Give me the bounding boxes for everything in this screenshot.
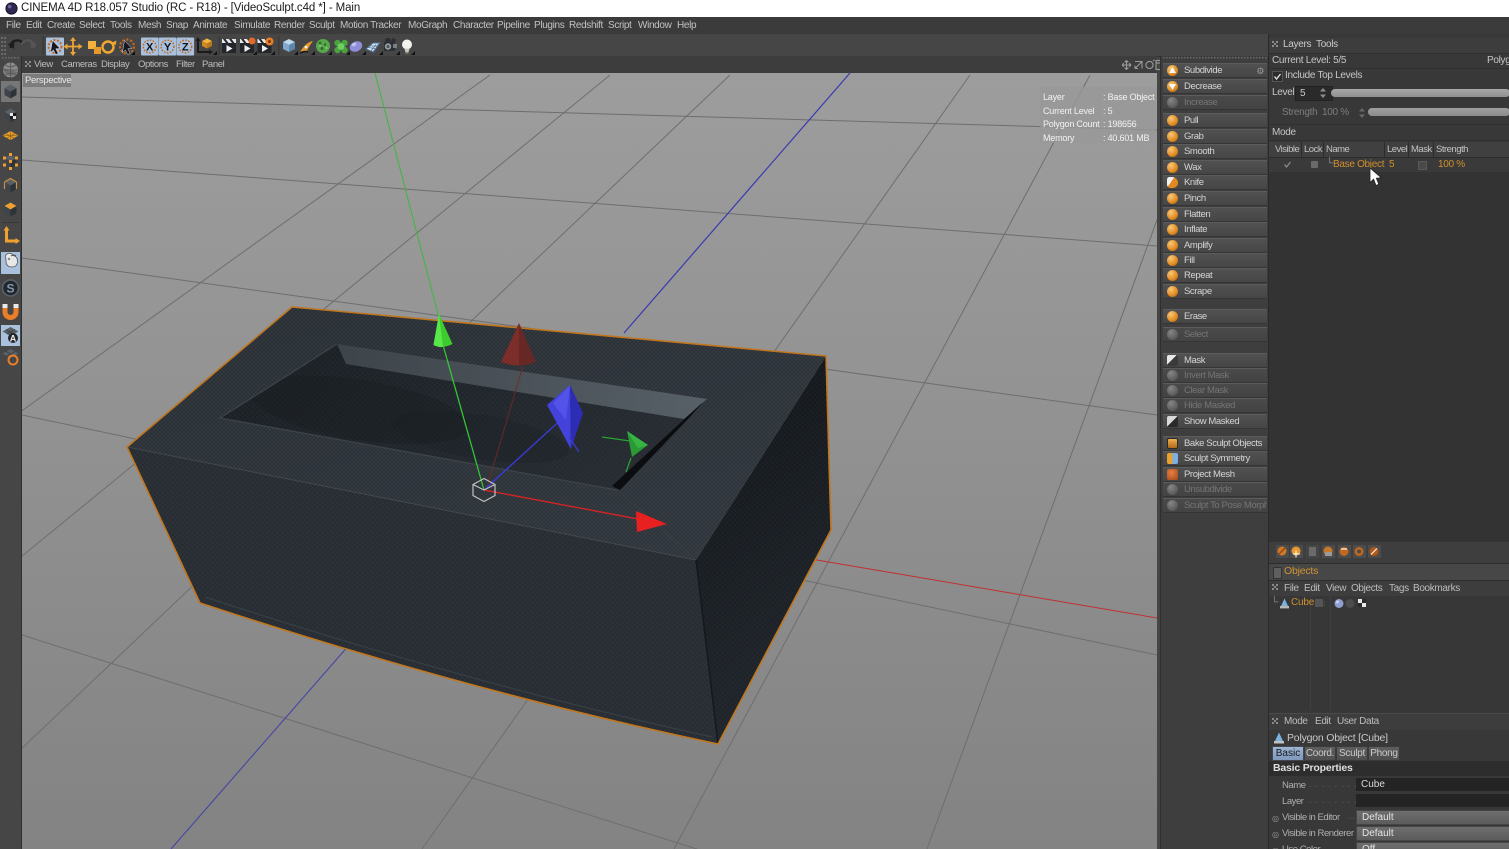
svg-text:Z: Z [182,41,189,53]
svg-text:Y: Y [164,41,172,53]
svg-text:S: S [6,282,14,296]
svg-text:X: X [146,41,154,53]
svg-text:A: A [10,334,17,344]
